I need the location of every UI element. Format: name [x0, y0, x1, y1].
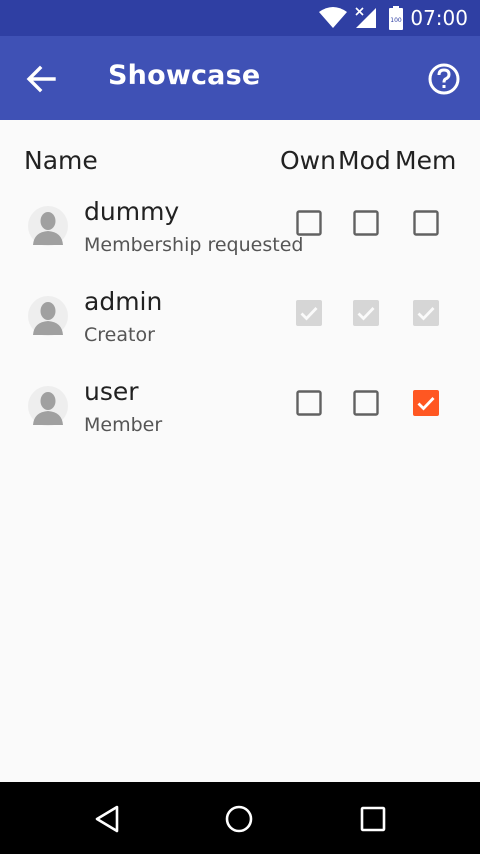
page-title: Showcase — [108, 60, 261, 91]
own-checkbox-disabled — [296, 300, 322, 326]
avatar-icon — [28, 386, 68, 426]
own-checkbox[interactable] — [296, 390, 322, 416]
battery-level: 100 — [390, 17, 402, 24]
mem-checkbox-checked[interactable] — [413, 390, 439, 416]
member-name: user — [84, 377, 139, 406]
column-header-name: Name — [24, 146, 98, 175]
clock: 07:00 — [410, 6, 468, 30]
avatar-icon — [28, 296, 68, 336]
battery-icon: 100 — [389, 6, 403, 30]
column-header-mem: Mem — [395, 146, 457, 175]
navigation-bar — [0, 782, 480, 854]
nav-back-icon[interactable] — [93, 804, 121, 834]
column-header-own: Own — [280, 146, 336, 175]
own-checkbox[interactable] — [296, 210, 322, 236]
wifi-icon — [319, 7, 347, 28]
member-role: Membership requested — [84, 234, 304, 256]
member-name: admin — [84, 287, 163, 316]
mod-checkbox[interactable] — [353, 390, 379, 416]
avatar-icon — [28, 206, 68, 246]
mod-checkbox[interactable] — [353, 210, 379, 236]
mod-checkbox-disabled — [353, 300, 379, 326]
mem-checkbox[interactable] — [413, 210, 439, 236]
nav-recents-icon[interactable] — [360, 806, 386, 832]
app-bar: Showcase — [0, 36, 480, 120]
member-name: dummy — [84, 197, 180, 226]
back-arrow-icon[interactable] — [24, 62, 58, 96]
cell-signal-icon — [355, 7, 376, 28]
mem-checkbox-disabled — [413, 300, 439, 326]
member-role: Creator — [84, 324, 155, 346]
nav-home-icon[interactable] — [224, 804, 254, 834]
member-role: Member — [84, 414, 163, 436]
column-header-mod: Mod — [338, 146, 391, 175]
status-bar: 100 07:00 — [0, 0, 480, 36]
help-icon[interactable] — [427, 62, 461, 96]
